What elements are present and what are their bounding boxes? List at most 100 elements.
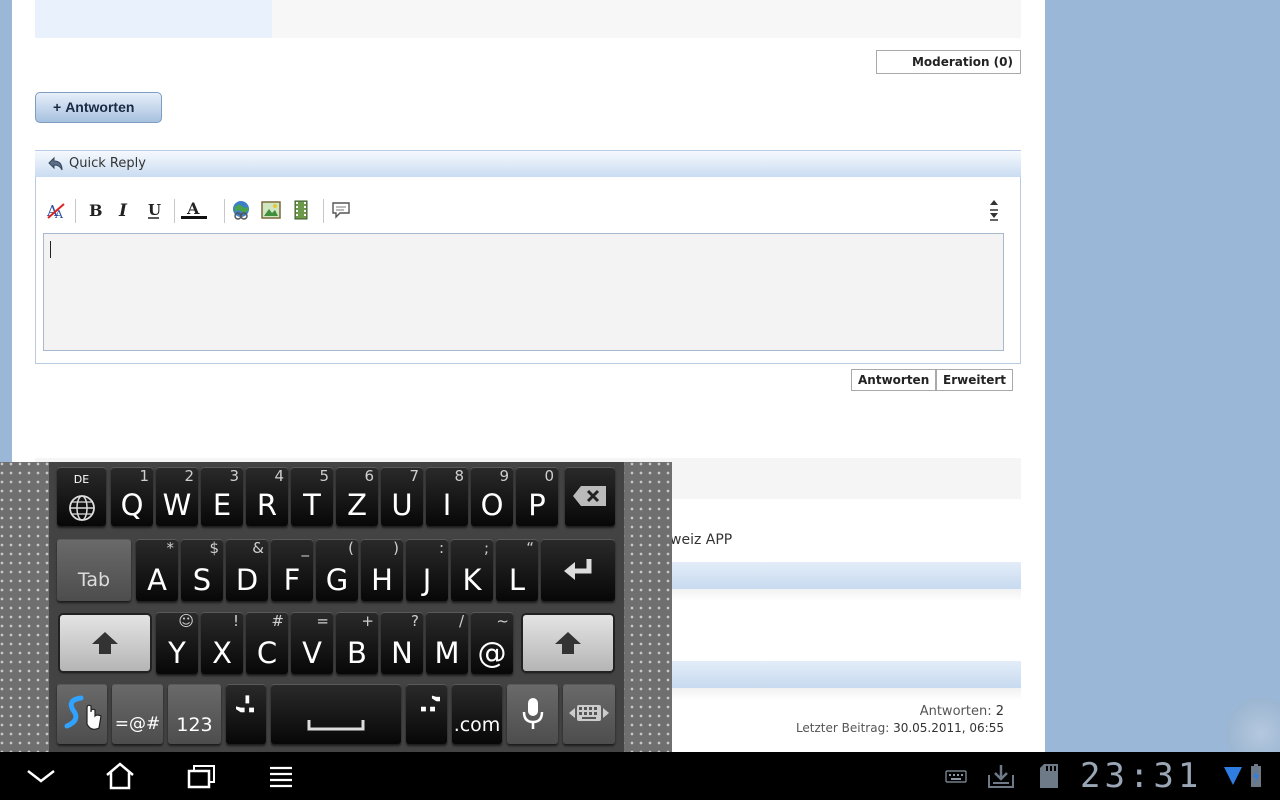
shift-icon bbox=[555, 632, 581, 654]
moderation-button[interactable]: Moderation (0) bbox=[876, 50, 1021, 74]
key-u[interactable]: 7U bbox=[381, 467, 423, 526]
sd-card-icon bbox=[1036, 760, 1062, 792]
bold-icon[interactable]: B bbox=[82, 199, 106, 221]
dash-semicolon-key[interactable]: -; bbox=[226, 684, 266, 744]
key-b[interactable]: + B bbox=[336, 612, 378, 674]
key-p[interactable]: 0P bbox=[516, 467, 558, 526]
home-icon bbox=[106, 762, 134, 790]
key-r[interactable]: 4R bbox=[246, 467, 288, 526]
shift-icon bbox=[92, 632, 118, 654]
enter-icon bbox=[564, 559, 592, 580]
insert-link-icon[interactable] bbox=[229, 199, 253, 221]
key-n[interactable]: ? N bbox=[381, 612, 423, 674]
download-status-icon bbox=[986, 760, 1016, 792]
menu-button[interactable] bbox=[262, 760, 300, 792]
toolbar-separator bbox=[75, 199, 76, 223]
language-key[interactable]: DE bbox=[57, 467, 106, 526]
svg-text:A: A bbox=[186, 199, 200, 218]
reply-arrow-icon bbox=[48, 156, 63, 171]
back-down-button[interactable] bbox=[22, 760, 60, 792]
key-h[interactable]: ) H bbox=[361, 539, 403, 601]
reply-button-label: Antworten bbox=[65, 99, 135, 115]
key-o[interactable]: 9O bbox=[471, 467, 513, 526]
system-navigation-bar: 23:31 bbox=[0, 752, 1280, 800]
key-k[interactable]: ; K bbox=[451, 539, 493, 601]
previous-post-sidebar bbox=[35, 0, 272, 38]
voice-input-key[interactable] bbox=[507, 684, 558, 744]
plus-icon: + bbox=[53, 99, 62, 115]
key-a[interactable]: * A bbox=[136, 539, 178, 601]
advanced-reply-button[interactable]: Erweitert bbox=[936, 369, 1013, 391]
key-x[interactable]: ! X bbox=[201, 612, 243, 674]
swype-key[interactable] bbox=[57, 684, 107, 744]
forum-row-header bbox=[670, 562, 1021, 589]
battery-icon bbox=[1248, 760, 1264, 792]
key-l[interactable]: “L bbox=[496, 539, 538, 601]
dotcom-key[interactable]: .com bbox=[452, 684, 502, 744]
reply-button[interactable]: + Antworten bbox=[35, 92, 162, 123]
message-textarea[interactable] bbox=[43, 233, 1004, 351]
numbers-key[interactable]: 123 bbox=[168, 684, 221, 744]
keyboard-status-icon bbox=[944, 760, 968, 792]
menu-icon bbox=[270, 766, 292, 788]
key-y[interactable]: ☺ Y bbox=[156, 612, 198, 674]
previous-post-footer bbox=[35, 0, 1021, 38]
keyboard-hide-icon bbox=[569, 705, 609, 721]
last-post-info: Letzter Beitrag: 30.05.2011, 06:55 bbox=[796, 721, 1004, 735]
quick-reply-header[interactable]: Quick Reply bbox=[35, 150, 1021, 177]
key-c[interactable]: # C bbox=[246, 612, 288, 674]
key-z[interactable]: 6Z bbox=[336, 467, 378, 526]
replies-count: Antworten: 2 bbox=[920, 704, 1004, 719]
status-clock: 23:31 bbox=[1080, 756, 1203, 796]
key-f[interactable]: _ F bbox=[271, 539, 313, 601]
toolbar-separator bbox=[224, 199, 225, 223]
home-button[interactable] bbox=[101, 760, 139, 792]
thread-title-partial[interactable]: weiz APP bbox=[670, 532, 732, 548]
svg-text:U: U bbox=[148, 201, 161, 219]
key-w[interactable]: 2W bbox=[156, 467, 198, 526]
resize-editor-icon[interactable] bbox=[982, 199, 1006, 221]
forum-row-divider bbox=[670, 589, 1021, 601]
italic-icon[interactable]: I bbox=[112, 199, 136, 221]
remove-format-icon[interactable]: AA bbox=[44, 199, 68, 221]
key-t[interactable]: 5T bbox=[291, 467, 333, 526]
underline-icon[interactable]: U bbox=[142, 199, 166, 221]
key-j[interactable]: :J bbox=[406, 539, 448, 601]
tab-key[interactable]: Tab bbox=[57, 539, 131, 601]
quick-reply-editor: AA B I U A bbox=[35, 177, 1021, 364]
key-g[interactable]: (G bbox=[316, 539, 358, 601]
right-shift-key[interactable] bbox=[523, 615, 613, 671]
key-s[interactable]: $ S bbox=[181, 539, 223, 601]
key-at[interactable]: ~ @ bbox=[471, 612, 513, 674]
language-label: DE bbox=[73, 473, 90, 486]
quote-icon[interactable] bbox=[329, 199, 353, 221]
svg-text:B: B bbox=[89, 201, 103, 220]
submit-reply-button[interactable]: Antworten bbox=[851, 369, 937, 391]
font-color-icon[interactable]: A bbox=[179, 199, 209, 221]
hide-keyboard-key[interactable] bbox=[563, 684, 615, 744]
apostrophe-colon-key[interactable]: ’: bbox=[406, 684, 447, 744]
key-e[interactable]: 3E bbox=[201, 467, 243, 526]
key-i[interactable]: 8I bbox=[426, 467, 468, 526]
toolbar-separator bbox=[174, 199, 175, 223]
key-m[interactable]: / M bbox=[426, 612, 468, 674]
svg-text:A: A bbox=[54, 208, 64, 221]
key-v[interactable]: = V bbox=[291, 612, 333, 674]
enter-key[interactable] bbox=[541, 539, 615, 601]
wifi-signal-icon bbox=[1222, 760, 1244, 792]
space-icon bbox=[307, 720, 365, 731]
svg-text:I: I bbox=[118, 201, 128, 220]
symbols-key[interactable]: =@# bbox=[112, 684, 163, 744]
backspace-icon bbox=[573, 486, 606, 506]
key-q[interactable]: 1Q bbox=[111, 467, 153, 526]
backspace-key[interactable] bbox=[565, 467, 615, 526]
left-shift-key[interactable] bbox=[60, 615, 150, 671]
insert-video-icon[interactable] bbox=[289, 199, 313, 221]
key-d[interactable]: & D bbox=[226, 539, 268, 601]
recent-apps-button[interactable] bbox=[182, 760, 220, 792]
keyboard-panel: DE 1Q 2W 3E 4R 5T 6Z 7U 8I 9O 0P Tab * A… bbox=[49, 462, 624, 752]
space-key[interactable] bbox=[271, 684, 401, 744]
insert-image-icon[interactable] bbox=[259, 199, 283, 221]
chevron-down-icon bbox=[27, 770, 55, 783]
last-post-value: 30.05.2011, 06:55 bbox=[893, 721, 1004, 735]
